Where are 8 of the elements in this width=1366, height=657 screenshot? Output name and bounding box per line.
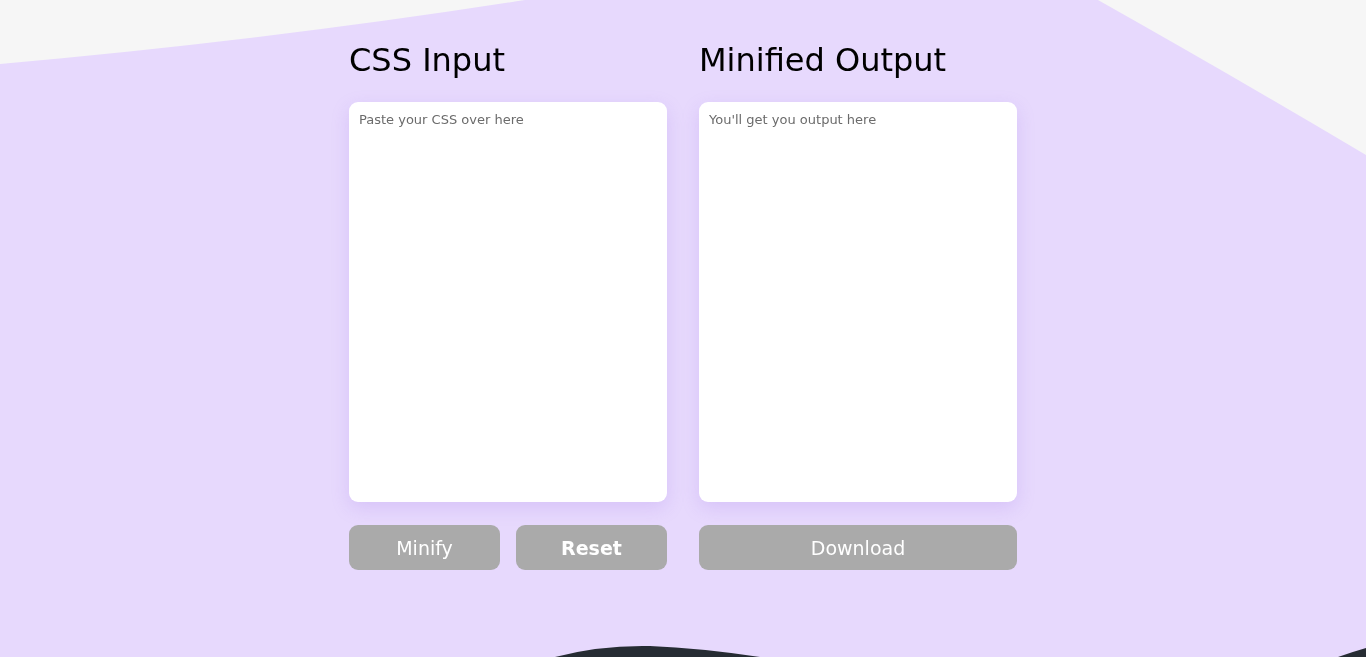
panel-title: CSS Input — [349, 40, 505, 80]
corner-wave — [1338, 648, 1366, 657]
action-button[interactable]: Reset — [516, 525, 667, 570]
action-button[interactable]: Download — [699, 525, 1017, 570]
action-button[interactable]: Minify — [349, 525, 500, 570]
code-field[interactable]: Paste your CSS over here — [349, 102, 667, 502]
panel-title: Minified Output — [699, 40, 947, 80]
code-field[interactable]: You'll get you output here — [699, 102, 1017, 502]
